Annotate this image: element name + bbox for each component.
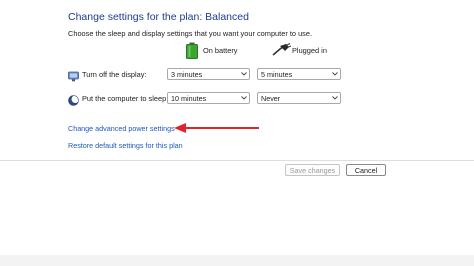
- divider: [0, 160, 474, 161]
- chevron-down-icon: [239, 68, 249, 80]
- display-plugged-value: 5 minutes: [261, 69, 293, 79]
- chevron-down-icon: [239, 92, 249, 104]
- display-plugged-select[interactable]: 5 minutes: [257, 68, 341, 80]
- power-plug-icon: [271, 43, 292, 59]
- display-row-label: Turn off the display:: [82, 70, 147, 79]
- advanced-power-settings-link[interactable]: Change advanced power settings: [68, 124, 175, 133]
- chevron-down-icon: [330, 92, 340, 104]
- page-subtitle: Choose the sleep and display settings th…: [68, 29, 313, 38]
- display-icon: [68, 69, 79, 82]
- column-on-battery: On battery: [203, 46, 238, 55]
- sleep-moon-icon: [68, 93, 80, 106]
- sleep-row-label: Put the computer to sleep:: [82, 94, 169, 103]
- restore-defaults-link[interactable]: Restore default settings for this plan: [68, 141, 183, 150]
- column-plugged-in: Plugged in: [292, 46, 327, 55]
- annotation-arrow-icon: [172, 121, 262, 133]
- sleep-plugged-value: Never: [261, 93, 281, 103]
- display-battery-value: 3 minutes: [171, 69, 203, 79]
- sleep-battery-select[interactable]: 10 minutes: [167, 92, 250, 104]
- page-title: Change settings for the plan: Balanced: [68, 11, 249, 23]
- cancel-button[interactable]: Cancel: [346, 164, 386, 176]
- display-battery-select[interactable]: 3 minutes: [167, 68, 250, 80]
- sleep-battery-value: 10 minutes: [171, 93, 207, 103]
- sleep-plugged-select[interactable]: Never: [257, 92, 341, 104]
- chevron-down-icon: [330, 68, 340, 80]
- bottom-strip: [0, 255, 474, 266]
- save-changes-button[interactable]: Save changes: [285, 164, 340, 176]
- battery-icon: [185, 42, 199, 59]
